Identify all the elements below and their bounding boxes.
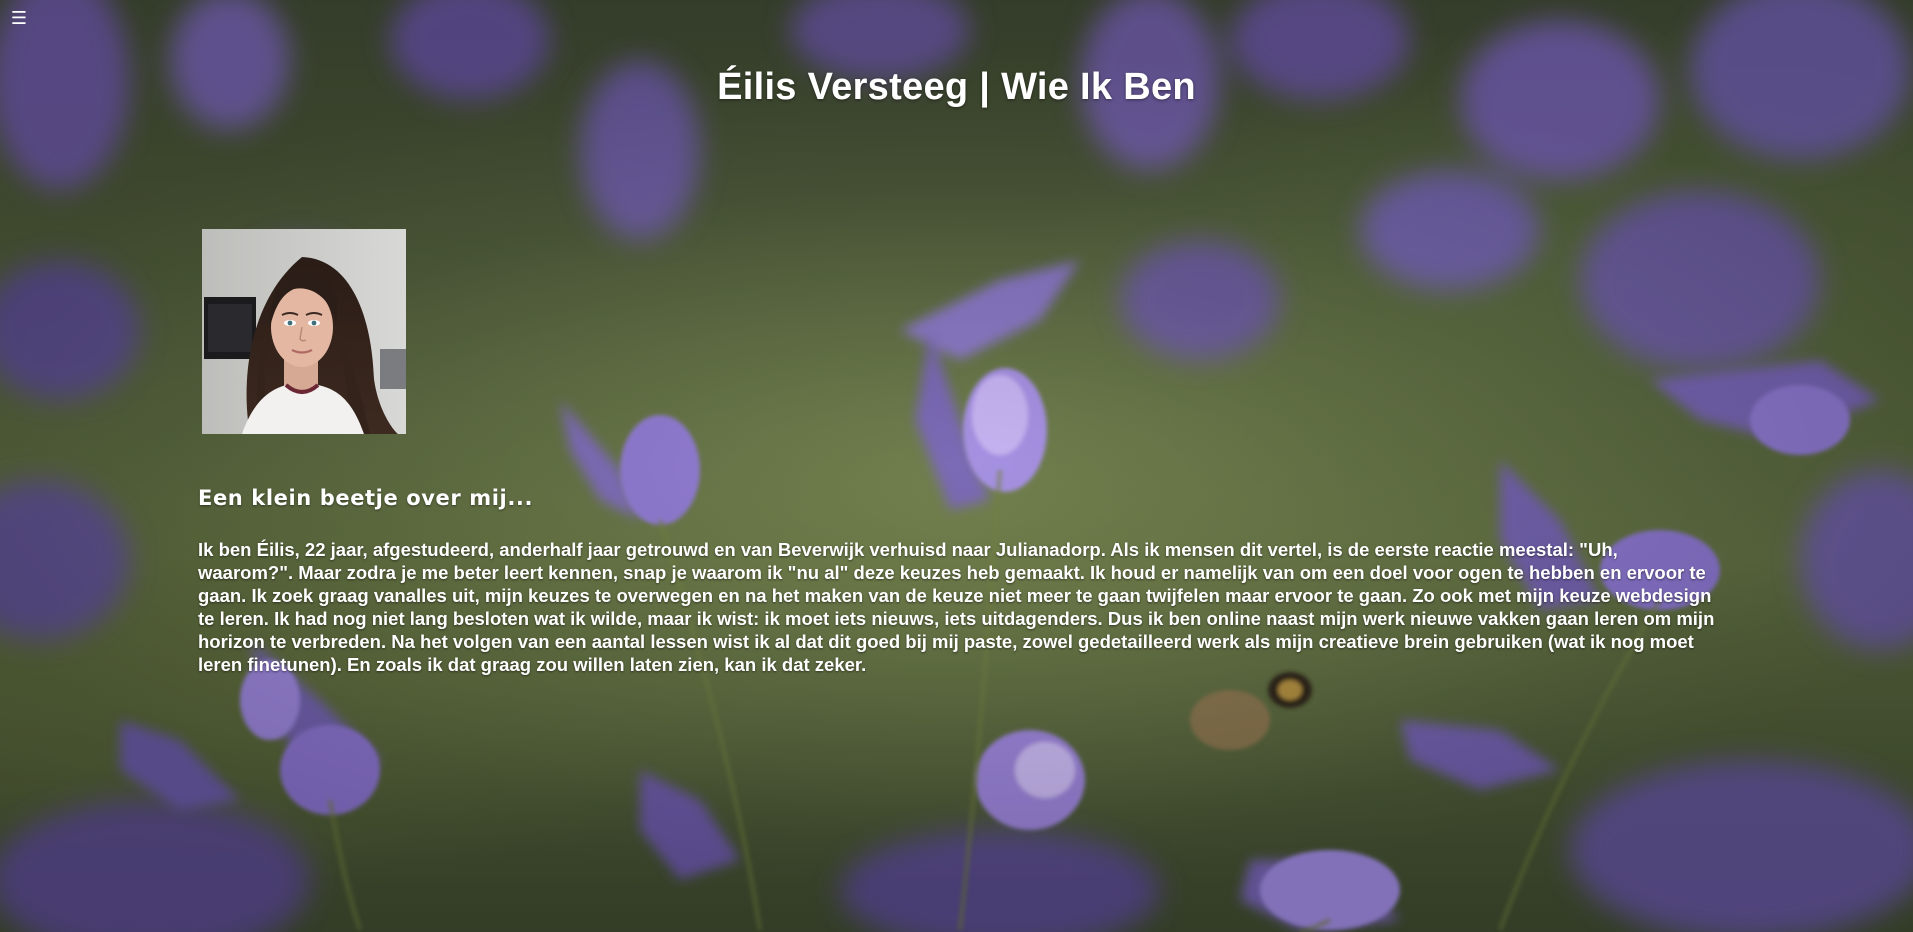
background-overlay xyxy=(0,0,1913,932)
page-title: Éilis Versteeg | Wie Ik Ben xyxy=(717,66,1196,108)
about-heading: Een klein beetje over mij... xyxy=(198,486,534,510)
portrait-graphic xyxy=(202,229,406,434)
background-image-lavender xyxy=(0,0,1913,932)
hamburger-icon[interactable]: ☰ xyxy=(10,9,28,27)
portrait-photo xyxy=(202,229,406,434)
about-paragraph: Ik ben Éilis, 22 jaar, afgestudeerd, and… xyxy=(198,539,1715,675)
